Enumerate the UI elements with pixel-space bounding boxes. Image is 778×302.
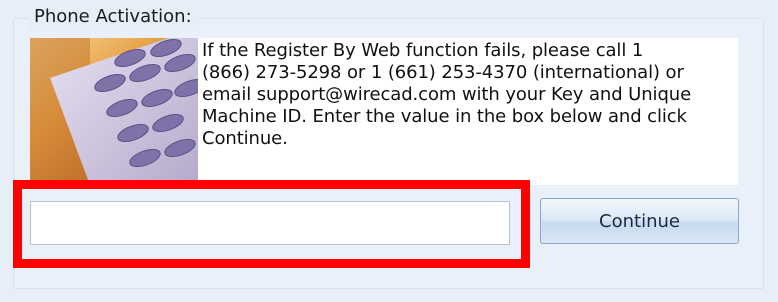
continue-button[interactable]: Continue bbox=[540, 198, 739, 244]
info-box: If the Register By Web function fails, p… bbox=[30, 38, 738, 185]
phone-activation-legend: Phone Activation: bbox=[28, 4, 198, 30]
calculator-image bbox=[30, 38, 198, 185]
activation-code-input[interactable] bbox=[30, 201, 510, 245]
activation-instructions: If the Register By Web function fails, p… bbox=[202, 40, 692, 149]
